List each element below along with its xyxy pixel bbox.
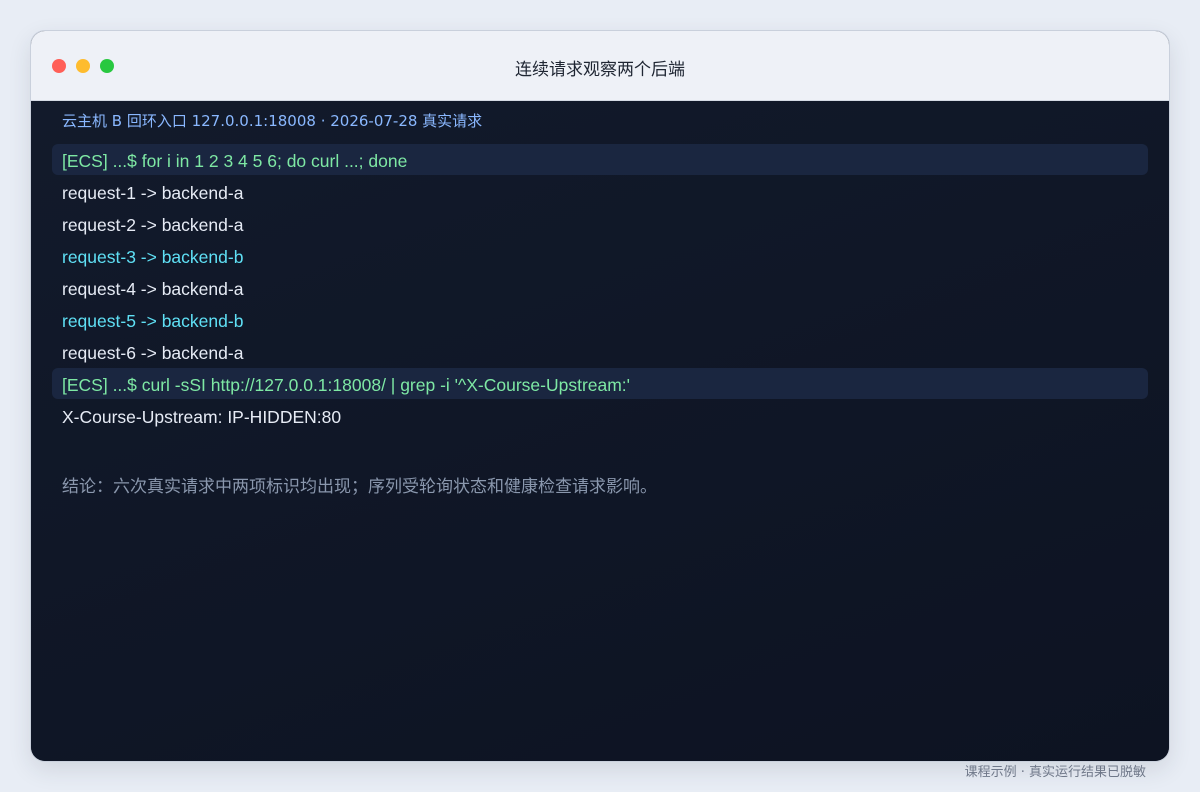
request-output-line: request-4 -> backend-a [62,279,244,299]
request-output-line: request-6 -> backend-a [62,343,244,363]
window-title: 连续请求观察两个后端 [515,60,685,80]
command-line-loop: [ECS] ...$ for i in 1 2 3 4 5 6; do curl… [62,151,408,171]
request-output-line: request-2 -> backend-a [62,215,244,235]
terminal-output[interactable]: 云主机 B 回环入口 127.0.0.1:18008 · 2026-07-28 … [31,101,1169,761]
terminal-window: 连续请求观察两个后端 云主机 B 回环入口 127.0.0.1:18008 · … [31,31,1169,761]
request-output-line-backend-b: request-5 -> backend-b [62,311,244,331]
request-output-line-backend-b: request-3 -> backend-b [62,247,244,267]
request-output-line: request-1 -> backend-a [62,183,244,203]
conclusion-text: 结论：六次真实请求中两项标识均出现；序列受轮询状态和健康检查请求影响。 [62,477,657,497]
command-line-curl: [ECS] ...$ curl -sSI http://127.0.0.1:18… [62,375,631,395]
title-bar: 连续请求观察两个后端 [31,31,1169,101]
footer-note: 课程示例 · 真实运行结果已脱敏 [964,765,1146,780]
header-output-line: X-Course-Upstream: IP-HIDDEN:80 [62,407,342,427]
host-info: 云主机 B 回环入口 127.0.0.1:18008 · 2026-07-28 … [62,112,483,130]
